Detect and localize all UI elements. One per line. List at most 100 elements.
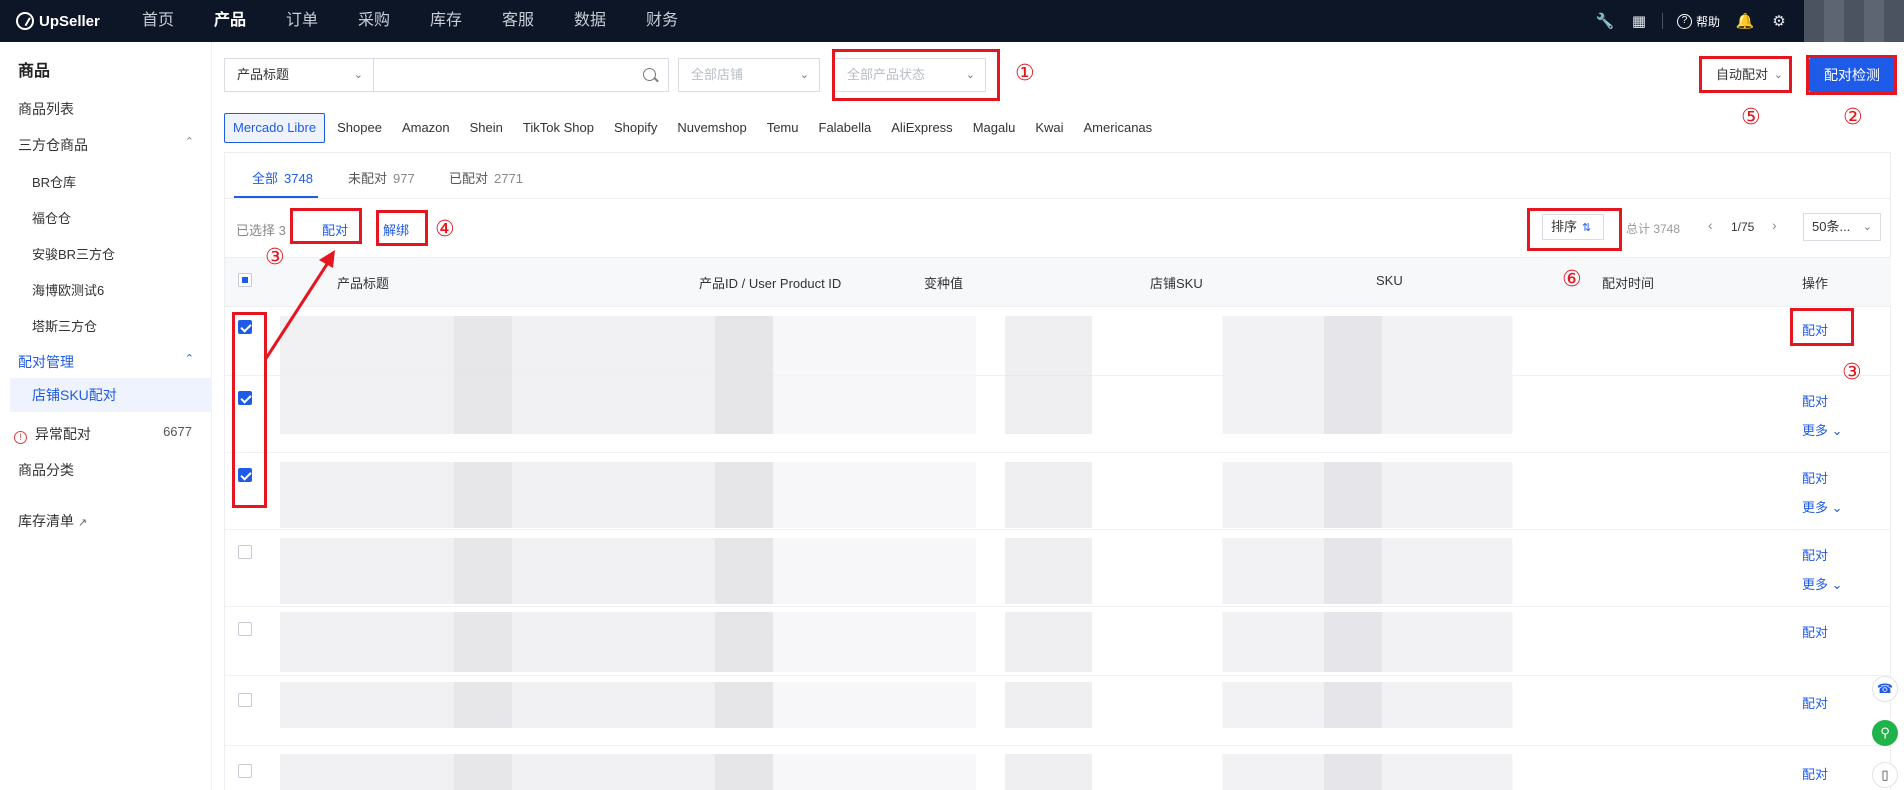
col-actions: 操作	[1802, 276, 1829, 291]
row-checkbox[interactable]	[238, 320, 252, 334]
product-status-select[interactable]: 全部产品状态 ⌄	[834, 58, 986, 92]
chevron-up-icon: ⌃	[184, 353, 194, 365]
marketplace-tabs: Mercado Libre Shopee Amazon Shein TikTok…	[224, 113, 1164, 143]
marketplace-kwai[interactable]: Kwai	[1027, 113, 1071, 143]
marketplace-temu[interactable]: Temu	[759, 113, 807, 143]
marketplace-nuvemshop[interactable]: Nuvemshop	[669, 113, 754, 143]
sidebar-item-haibo[interactable]: 海博欧测试6	[32, 280, 218, 299]
row-match-button[interactable]: 配对	[1802, 391, 1828, 410]
sidebar-item-inventory[interactable]: 库存清单 ↗	[18, 511, 204, 531]
mobile-icon[interactable]: ▯	[1872, 762, 1898, 788]
apps-grid-icon[interactable]: ▦	[1622, 12, 1656, 30]
annotation-3-row: ③	[1842, 359, 1862, 384]
sidebar-item-anjun[interactable]: 安骏BR三方仓	[32, 244, 218, 263]
row-more-button[interactable]: 更多 ⌄	[1802, 497, 1843, 516]
tab-unmatched[interactable]: 未配对 977	[348, 168, 415, 187]
search-icon[interactable]	[643, 68, 656, 81]
gear-icon[interactable]: ⚙	[1762, 12, 1796, 30]
sidebar-item-match-mgmt[interactable]: 配对管理 ⌃	[18, 352, 204, 372]
redacted-row-content	[280, 538, 1730, 604]
nav-data[interactable]: 数据	[554, 0, 626, 42]
search-float-icon[interactable]: ⚲	[1872, 720, 1898, 746]
search-input[interactable]	[373, 58, 669, 92]
nav-products[interactable]: 产品	[194, 0, 266, 42]
row-checkbox[interactable]	[238, 693, 252, 707]
nav-service[interactable]: 客服	[482, 0, 554, 42]
marketplace-mercado-libre[interactable]: Mercado Libre	[224, 113, 326, 143]
store-select[interactable]: 全部店铺 ⌄	[678, 58, 820, 92]
more-label: 更多	[1802, 500, 1829, 515]
select-value: 全部产品状态	[847, 67, 926, 82]
title-field-select[interactable]: 产品标题 ⌄	[224, 58, 374, 92]
row-match-button[interactable]: 配对	[1802, 693, 1828, 712]
bell-icon[interactable]: 🔔	[1728, 12, 1762, 30]
logo-icon	[16, 12, 34, 30]
unbind-button[interactable]: 解绑	[383, 220, 409, 239]
marketplace-falabella[interactable]: Falabella	[811, 113, 880, 143]
chevron-down-icon: ⌄	[1831, 423, 1843, 438]
next-page-icon[interactable]: ›	[1772, 217, 1777, 233]
match-check-button[interactable]: 配对检测	[1809, 58, 1895, 92]
sort-button[interactable]: 排序 ⇅	[1542, 214, 1604, 240]
nav-finance[interactable]: 财务	[626, 0, 698, 42]
marketplace-magalu[interactable]: Magalu	[965, 113, 1024, 143]
sidebar-item-tasi[interactable]: 塔斯三方仓	[32, 316, 218, 335]
auto-match-dropdown[interactable]: 自动配对 ⌄	[1703, 58, 1794, 92]
select-value: 全部店铺	[691, 67, 744, 82]
nav-purchase[interactable]: 采购	[338, 0, 410, 42]
row-match-button[interactable]: 配对	[1802, 468, 1828, 487]
chevron-down-icon: ⌄	[965, 69, 975, 81]
row-match-button[interactable]: 配对	[1802, 545, 1828, 564]
page-size-select[interactable]: 50条... ⌄	[1803, 213, 1881, 241]
row-checkbox[interactable]	[238, 391, 252, 405]
sidebar-item-store-sku-match[interactable]: 店铺SKU配对	[10, 378, 212, 412]
sidebar-item-abnormal[interactable]: ! 异常配对 6677	[14, 424, 200, 444]
sidebar-item-br-warehouse[interactable]: BR仓库	[32, 172, 218, 191]
row-divider	[225, 675, 1891, 676]
tab-all[interactable]: 全部 3748	[252, 168, 313, 187]
row-more-button[interactable]: 更多 ⌄	[1802, 420, 1843, 439]
row-checkbox[interactable]	[238, 545, 252, 559]
tab-matched[interactable]: 已配对 2771	[449, 168, 523, 187]
support-headset-icon[interactable]: ☎	[1872, 676, 1898, 702]
tab-label: 未配对	[348, 171, 388, 186]
select-all-checkbox[interactable]	[238, 273, 252, 287]
prev-page-icon[interactable]: ‹	[1708, 217, 1713, 233]
col-variant: 变种值	[924, 276, 964, 291]
marketplace-tiktok-shop[interactable]: TikTok Shop	[515, 113, 602, 143]
row-checkbox[interactable]	[238, 764, 252, 778]
external-link-icon: ↗	[77, 517, 88, 529]
help-button[interactable]: ? 帮助	[1676, 13, 1720, 30]
nav-orders[interactable]: 订单	[266, 0, 338, 42]
marketplace-shein[interactable]: Shein	[462, 113, 511, 143]
marketplace-shopee[interactable]: Shopee	[329, 113, 390, 143]
row-checkbox[interactable]	[238, 622, 252, 636]
sidebar-item-product-list[interactable]: 商品列表	[18, 99, 204, 119]
upseller-logo[interactable]: UpSeller	[16, 11, 100, 31]
tab-count: 3748	[284, 171, 313, 186]
marketplace-shopify[interactable]: Shopify	[606, 113, 665, 143]
sort-icon: ⇅	[1582, 222, 1592, 234]
sidebar-item-fucang[interactable]: 福仓仓	[32, 208, 218, 227]
row-checkbox[interactable]	[238, 468, 252, 482]
marketplace-amazon[interactable]: Amazon	[394, 113, 458, 143]
col-product-id: 产品ID / User Product ID	[699, 276, 842, 291]
annotation-5: ⑤	[1741, 104, 1761, 129]
batch-match-button[interactable]: 配对	[322, 220, 348, 239]
annotation-6: ⑥	[1562, 266, 1582, 291]
chevron-down-icon: ⌄	[799, 69, 809, 81]
row-match-button[interactable]: 配对	[1802, 764, 1828, 783]
annotation-arrow	[263, 250, 335, 361]
sidebar-item-third-party[interactable]: 三方仓商品 ⌃	[18, 135, 204, 155]
tools-icon[interactable]: 🔧	[1588, 12, 1622, 30]
avatar[interactable]	[1804, 0, 1904, 42]
row-match-button[interactable]: 配对	[1802, 320, 1828, 339]
marketplace-aliexpress[interactable]: AliExpress	[883, 113, 960, 143]
row-match-button[interactable]: 配对	[1802, 622, 1828, 641]
nav-home[interactable]: 首页	[122, 0, 194, 42]
tab-label: 已配对	[449, 171, 489, 186]
row-more-button[interactable]: 更多 ⌄	[1802, 574, 1843, 593]
nav-inventory[interactable]: 库存	[410, 0, 482, 42]
marketplace-americanas[interactable]: Americanas	[1076, 113, 1161, 143]
sidebar-item-category[interactable]: 商品分类	[18, 460, 204, 480]
